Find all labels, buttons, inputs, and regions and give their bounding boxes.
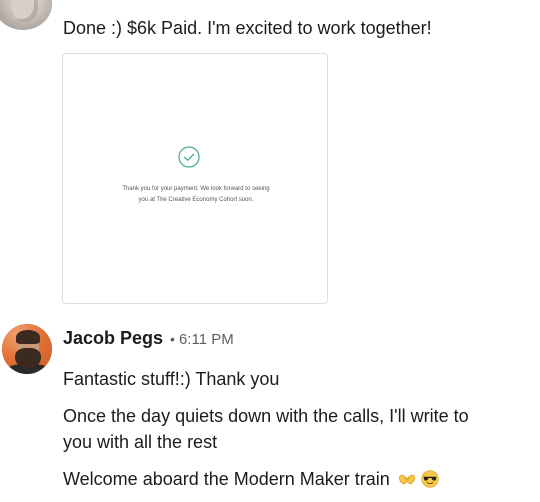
message-header: Jacob Pegs • 6:11 PM — [63, 328, 234, 352]
message-timestamp[interactable]: 6:11 PM — [179, 331, 234, 348]
previous-message-text: Done :) $6k Paid. I'm excited to work to… — [63, 18, 432, 38]
message-line-4-container: Welcome aboard the Modern Maker train — [63, 466, 439, 492]
heart-hands-emoji-icon — [398, 474, 415, 485]
avatar-hair — [16, 330, 40, 344]
attachment-cohort-line: you at The Creative Economy Cohort soon. — [138, 197, 254, 203]
sunglasses-face-emoji-icon — [421, 470, 439, 488]
author-name[interactable]: Jacob Pegs — [63, 328, 163, 349]
message-line-3: you with all the rest — [63, 432, 218, 452]
avatar-jacob-pegs[interactable] — [2, 324, 52, 374]
message-line-2: Once the day quiets down with the calls,… — [63, 406, 469, 426]
payment-confirmation-attachment[interactable]: Thank you for your payment. We look forw… — [62, 53, 328, 304]
attachment-thank-you-line: Thank you for your payment. We look forw… — [122, 186, 270, 192]
message-line-1: Fantastic stuff!:) Thank you — [63, 369, 280, 389]
avatar-face — [12, 0, 38, 22]
message-line-4: Welcome aboard the Modern Maker train — [63, 469, 390, 489]
avatar-previous-sender[interactable] — [0, 0, 52, 30]
avatar-beard — [15, 348, 41, 368]
check-circle-icon — [178, 146, 200, 168]
previous-message-header-cutoff — [150, 0, 270, 4]
header-separator: • — [170, 331, 175, 347]
